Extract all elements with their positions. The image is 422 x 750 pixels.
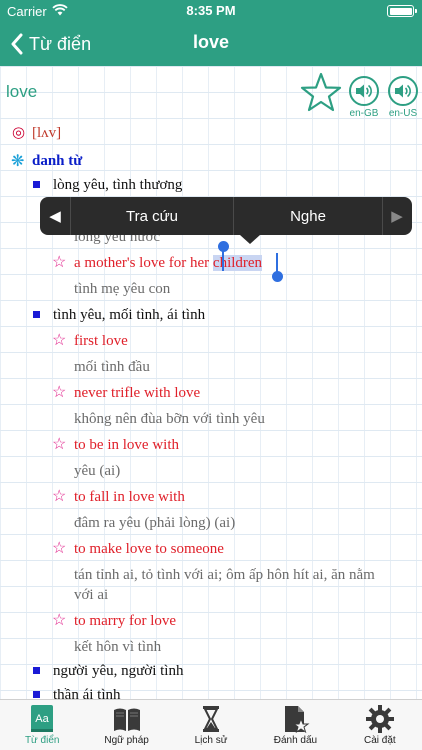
- example-sentence[interactable]: never trifle with love: [74, 383, 200, 403]
- menu-item-listen[interactable]: Nghe: [234, 197, 382, 235]
- tab-grammar[interactable]: Ngữ pháp: [84, 700, 168, 750]
- example-sentence[interactable]: to fall in love with: [74, 487, 185, 507]
- tab-dictionary[interactable]: Aa Từ điển: [0, 700, 84, 750]
- example-translation: đâm ra yêu (phải lòng) (ai): [74, 515, 236, 531]
- audio-en-gb-label: en-GB: [349, 108, 379, 119]
- tab-history[interactable]: Lịch sử: [169, 700, 253, 750]
- tab-settings[interactable]: Cài đặt: [338, 700, 422, 750]
- tab-label: Đánh dấu: [273, 735, 318, 746]
- example-sentence[interactable]: to make love to someone: [74, 539, 224, 559]
- example-translation: tán tỉnh ai, tỏ tình với ai; ôm ấp hôn h…: [74, 567, 375, 583]
- sense-bullet: [33, 667, 40, 674]
- example-star-icon: ☆: [52, 612, 67, 629]
- phonetic-transcription: [lʌv]: [32, 125, 62, 141]
- battery-icon: [387, 5, 417, 17]
- part-of-speech: danh từ: [32, 153, 83, 169]
- example-translation: yêu (ai): [74, 463, 121, 479]
- example-star-icon: ☆: [52, 488, 67, 505]
- example-translation-continued: với ai: [74, 587, 109, 603]
- example-sentence[interactable]: a mother's love for her children: [74, 253, 263, 273]
- example-text: a mother's love for her: [74, 255, 213, 271]
- example-star-icon: ☆: [52, 384, 67, 401]
- example-star-icon: ☆: [52, 436, 67, 453]
- example-translation: tình mẹ yêu con: [74, 281, 171, 297]
- example-star-icon: ☆: [52, 254, 67, 271]
- sense-bullet: [33, 311, 40, 318]
- page-title: love: [192, 32, 230, 52]
- status-bar: Carrier 8:35 PM: [0, 0, 422, 22]
- dictionary-icon: Aa: [31, 705, 54, 732]
- example-sentence[interactable]: to marry for love: [74, 611, 176, 631]
- headword: love: [6, 82, 38, 101]
- book-icon: [113, 708, 140, 731]
- example-translation: không nên đùa bỡn với tình yêu: [74, 411, 265, 427]
- selection-end-handle[interactable]: [272, 271, 283, 282]
- tab-label: Từ điển: [24, 735, 60, 746]
- menu-previous-arrow[interactable]: ◀: [40, 197, 70, 235]
- example-star-icon: ☆: [52, 332, 67, 349]
- gear-icon: [365, 705, 394, 733]
- tab-label: Cài đặt: [363, 735, 396, 746]
- favorite-star-icon[interactable]: [300, 72, 342, 112]
- dictionary-entry[interactable]: love en-GB en-US ◎ [lʌv] ❋ danh từ lòng …: [0, 66, 422, 699]
- sense-meaning: người yêu, người tình: [53, 663, 184, 679]
- sense-meaning: thần ái tình: [53, 687, 121, 699]
- menu-next-arrow[interactable]: ▶: [382, 197, 412, 235]
- selection-end-caret: [276, 253, 278, 273]
- status-time: 8:35 PM: [186, 3, 236, 18]
- sense-meaning: tình yêu, mối tình, ái tình: [53, 307, 206, 323]
- menu-pointer: [240, 235, 260, 244]
- bookmark-document-icon: [285, 706, 310, 734]
- part-of-speech-icon: ❋: [11, 153, 25, 170]
- sense-bullet: [33, 181, 40, 188]
- tab-bar: Aa Từ điển Ngữ pháp Lịch sử Đánh dấu Cài…: [0, 699, 422, 750]
- audio-en-us-button[interactable]: en-US: [386, 76, 420, 119]
- example-star-icon: ☆: [52, 540, 67, 557]
- phonetic-icon: ◎: [12, 125, 26, 141]
- tab-label: Ngữ pháp: [104, 735, 149, 746]
- example-sentence[interactable]: first love: [74, 331, 128, 351]
- example-translation: mối tình đầu: [74, 359, 150, 375]
- speaker-icon: [388, 76, 418, 106]
- example-translation: kết hôn vì tình: [74, 639, 162, 655]
- tab-bookmarks[interactable]: Đánh dấu: [253, 700, 337, 750]
- navigation-bar: Carrier 8:35 PM Từ điển love: [0, 0, 422, 66]
- audio-en-gb-button[interactable]: en-GB: [347, 76, 381, 119]
- example-sentence[interactable]: to be in love with: [74, 435, 179, 455]
- hourglass-icon: [203, 706, 220, 732]
- sense-meaning: lòng yêu, tình thương: [53, 177, 183, 193]
- sense-bullet: [33, 691, 40, 698]
- menu-item-lookup[interactable]: Tra cứu: [71, 197, 233, 235]
- selection-start-caret: [222, 249, 224, 271]
- text-selection-menu: ◀ Tra cứu Nghe ▶: [40, 197, 412, 244]
- tab-label: Lịch sử: [194, 735, 228, 746]
- audio-en-us-label: en-US: [388, 108, 418, 119]
- selected-text[interactable]: children: [212, 255, 263, 271]
- svg-text:Aa: Aa: [35, 713, 49, 725]
- speaker-icon: [349, 76, 379, 106]
